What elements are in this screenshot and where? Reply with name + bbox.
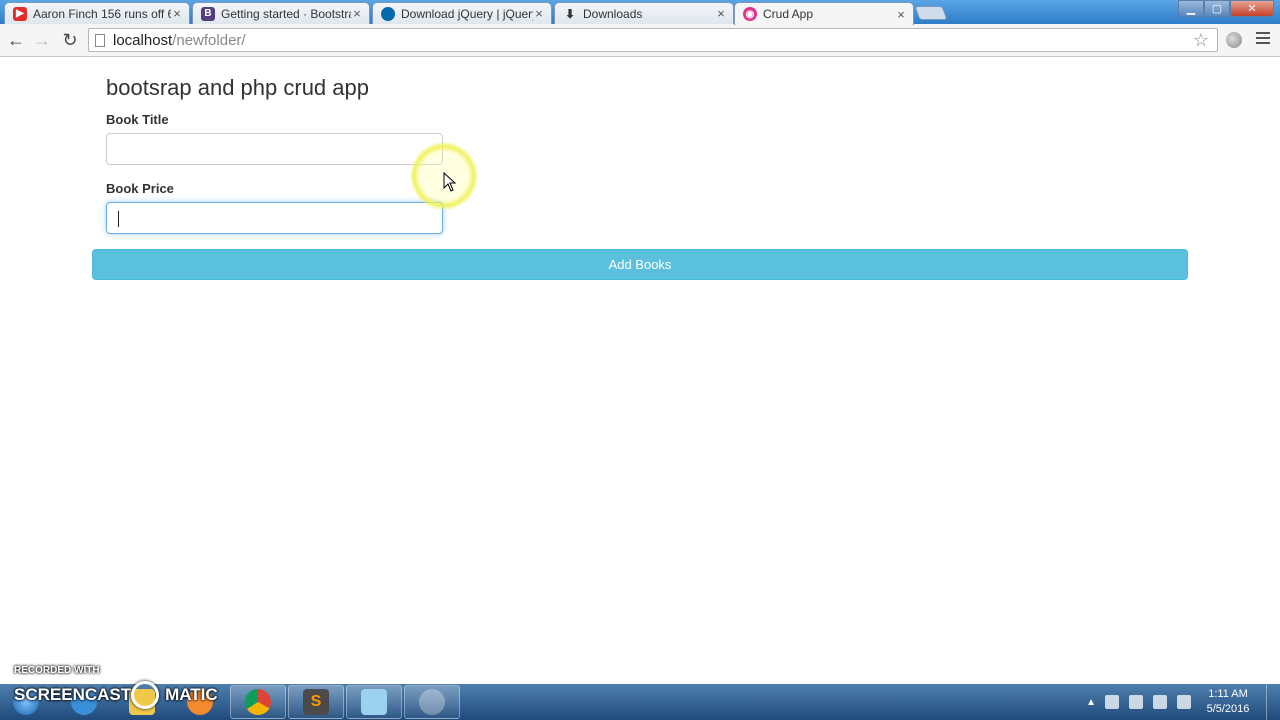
clock-time: 1:11 AM: [1208, 688, 1248, 700]
book-price-label: Book Price: [106, 181, 174, 196]
screencast-logo-icon: [131, 681, 159, 709]
bootstrap-icon: B: [201, 6, 215, 21]
url-path: /newfolder/: [172, 31, 246, 49]
chrome-icon: [245, 689, 271, 715]
window-controls: ▁ ▢ ✕: [1178, 0, 1274, 17]
taskbar-chrome[interactable]: [230, 685, 286, 719]
close-icon[interactable]: ×: [351, 6, 363, 21]
book-title-label: Book Title: [106, 112, 169, 127]
page-content: bootsrap and php crud app Book Title Boo…: [0, 57, 1280, 684]
power-icon[interactable]: [1129, 695, 1143, 709]
tab-title: Crud App: [763, 7, 814, 21]
system-tray: ▲ 1:11 AM 5/5/2016: [1086, 684, 1280, 720]
page-icon: [95, 33, 105, 47]
tray-expand-icon[interactable]: ▲: [1086, 697, 1096, 708]
app-icon: ◉: [743, 7, 757, 21]
tab-strip: ▶ Aaron Finch 156 runs off 63 × B Gettin…: [0, 0, 1280, 25]
browser-window: ▶ Aaron Finch 156 runs off 63 × B Gettin…: [0, 0, 1280, 720]
forward-icon[interactable]: →: [32, 30, 52, 50]
mouse-pointer-icon: [443, 172, 457, 192]
jquery-icon: [381, 6, 395, 21]
flag-icon[interactable]: [1105, 695, 1119, 709]
tab-jquery[interactable]: Download jQuery | jQuery ×: [372, 2, 552, 24]
show-desktop-button[interactable]: [1266, 684, 1280, 720]
tab-crud-app[interactable]: ◉ Crud App ×: [734, 2, 914, 25]
sublime-text-icon: S: [303, 689, 329, 715]
reload-icon[interactable]: ↻: [60, 30, 80, 50]
extension-icon[interactable]: [1226, 32, 1242, 48]
new-tab-button[interactable]: [914, 6, 948, 20]
clock-date: 5/5/2016: [1206, 703, 1250, 715]
tab-title: Getting started · Bootstrap: [221, 6, 351, 21]
tab-youtube[interactable]: ▶ Aaron Finch 156 runs off 63 ×: [4, 2, 190, 24]
taskbar-notepad[interactable]: [346, 685, 402, 719]
maximize-icon[interactable]: ▢: [1204, 0, 1230, 17]
volume-icon[interactable]: [1177, 695, 1191, 709]
youtube-icon: ▶: [13, 6, 27, 21]
tab-title: Aaron Finch 156 runs off 63: [33, 6, 171, 21]
back-icon[interactable]: ←: [6, 30, 26, 50]
watermark-right: MATIC: [165, 685, 218, 704]
close-icon[interactable]: ×: [895, 7, 907, 22]
close-icon[interactable]: ×: [533, 6, 545, 21]
download-icon: ⬇: [564, 6, 576, 21]
address-bar[interactable]: localhost/newfolder/ ☆: [88, 28, 1218, 52]
tab-downloads[interactable]: ⬇ Downloads ×: [554, 2, 734, 24]
url-host: localhost: [113, 31, 173, 49]
watermark-left: SCREENCAST: [14, 685, 132, 704]
bookmark-star-icon[interactable]: ☆: [1193, 30, 1209, 51]
taskbar-app[interactable]: [404, 685, 460, 719]
recorded-with-text: RECORDED WITH: [14, 665, 100, 676]
close-icon[interactable]: ×: [171, 6, 183, 21]
menu-icon[interactable]: [1256, 32, 1270, 47]
close-window-icon[interactable]: ✕: [1230, 0, 1274, 17]
network-icon[interactable]: [1153, 695, 1167, 709]
screencast-watermark: SCREENCAST MATIC: [14, 685, 218, 705]
tab-title: Download jQuery | jQuery: [401, 6, 533, 21]
taskbar-sublime[interactable]: S: [288, 685, 344, 719]
add-books-button[interactable]: Add Books: [92, 249, 1188, 280]
notepad-icon: [361, 689, 387, 715]
book-title-input[interactable]: [106, 133, 443, 165]
tab-bootstrap[interactable]: B Getting started · Bootstrap ×: [192, 2, 370, 24]
book-price-input[interactable]: [106, 202, 443, 234]
recorder-icon: [419, 689, 445, 715]
minimize-icon[interactable]: ▁: [1178, 0, 1204, 17]
browser-toolbar: ← → ↻ localhost/newfolder/ ☆: [0, 24, 1280, 57]
text-caret: [118, 211, 119, 227]
clock[interactable]: 1:11 AM 5/5/2016: [1196, 687, 1260, 717]
close-icon[interactable]: ×: [715, 6, 727, 21]
tab-title: Downloads: [583, 6, 643, 21]
page-title: bootsrap and php crud app: [106, 75, 369, 100]
